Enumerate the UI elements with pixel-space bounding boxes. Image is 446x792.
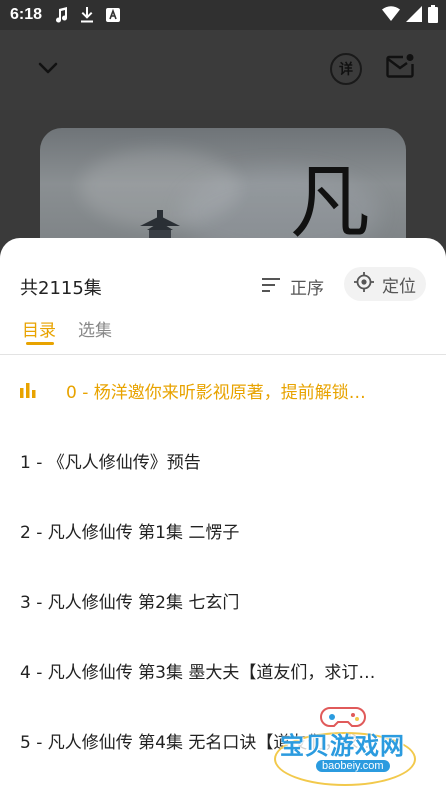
episode-item[interactable]: 1 - 《凡人修仙传》预告 [0,425,446,495]
sort-label: 正序 [290,279,324,299]
wifi-icon [382,6,400,26]
text-badge-icon [106,8,121,22]
locate-button[interactable]: 定位 [344,267,426,301]
download-icon [80,7,94,23]
signal-icon [406,6,422,26]
battery-icon [428,5,438,27]
pagoda-illustration [135,208,185,242]
episode-title: 0 - 杨洋邀你来听影视原著，提前解锁… [66,382,366,403]
player-top-bar: 详 [0,30,446,110]
locate-label: 定位 [382,276,416,297]
tab-catalog[interactable]: 目录 [22,316,56,341]
episode-title: 3 - 凡人修仙传 第2集 七玄门 [20,592,240,613]
crosshair-icon [354,271,374,297]
detail-button[interactable]: 详 [330,53,362,85]
message-icon[interactable] [385,52,415,86]
detail-label: 详 [339,62,353,78]
episode-title: 5 - 凡人修仙传 第4集 无名口诀【道友们，求… [20,732,376,753]
episode-item[interactable]: 2 - 凡人修仙传 第1集 二愣子 [0,495,446,565]
tab-select-episodes[interactable]: 选集 [78,316,112,341]
status-bar: 6:18 [0,0,446,30]
episode-list: 0 - 杨洋邀你来听影视原著，提前解锁… 1 - 《凡人修仙传》预告 2 - 凡… [0,355,446,775]
episode-title: 4 - 凡人修仙传 第3集 墨大夫【道友们，求订… [20,662,376,683]
episode-item[interactable]: 4 - 凡人修仙传 第3集 墨大夫【道友们，求订… [0,635,446,705]
episode-count: 共2115集 [20,278,102,299]
sort-button[interactable]: 正序 [262,274,324,299]
now-playing-bars-icon [20,382,36,398]
episode-item-playing[interactable]: 0 - 杨洋邀你来听影视原著，提前解锁… [0,355,446,425]
episode-sheet: 共2115集 正序 定位 目录 选集 0 - 杨洋邀你来听影视原著，提前解锁… … [0,238,446,792]
tab-indicator [26,342,54,345]
episode-item[interactable]: 3 - 凡人修仙传 第2集 七玄门 [0,565,446,635]
episode-item[interactable]: 5 - 凡人修仙传 第4集 无名口诀【道友们，求… [0,705,446,775]
sort-icon [262,277,280,297]
episode-title: 2 - 凡人修仙传 第1集 二愣子 [20,522,240,543]
music-note-icon [54,7,68,23]
chevron-down-icon[interactable] [36,56,60,84]
status-time: 6:18 [10,6,43,23]
cover-calligraphy: 凡 [290,156,370,249]
status-right-icons [382,5,438,27]
episode-title: 1 - 《凡人修仙传》预告 [20,452,201,473]
